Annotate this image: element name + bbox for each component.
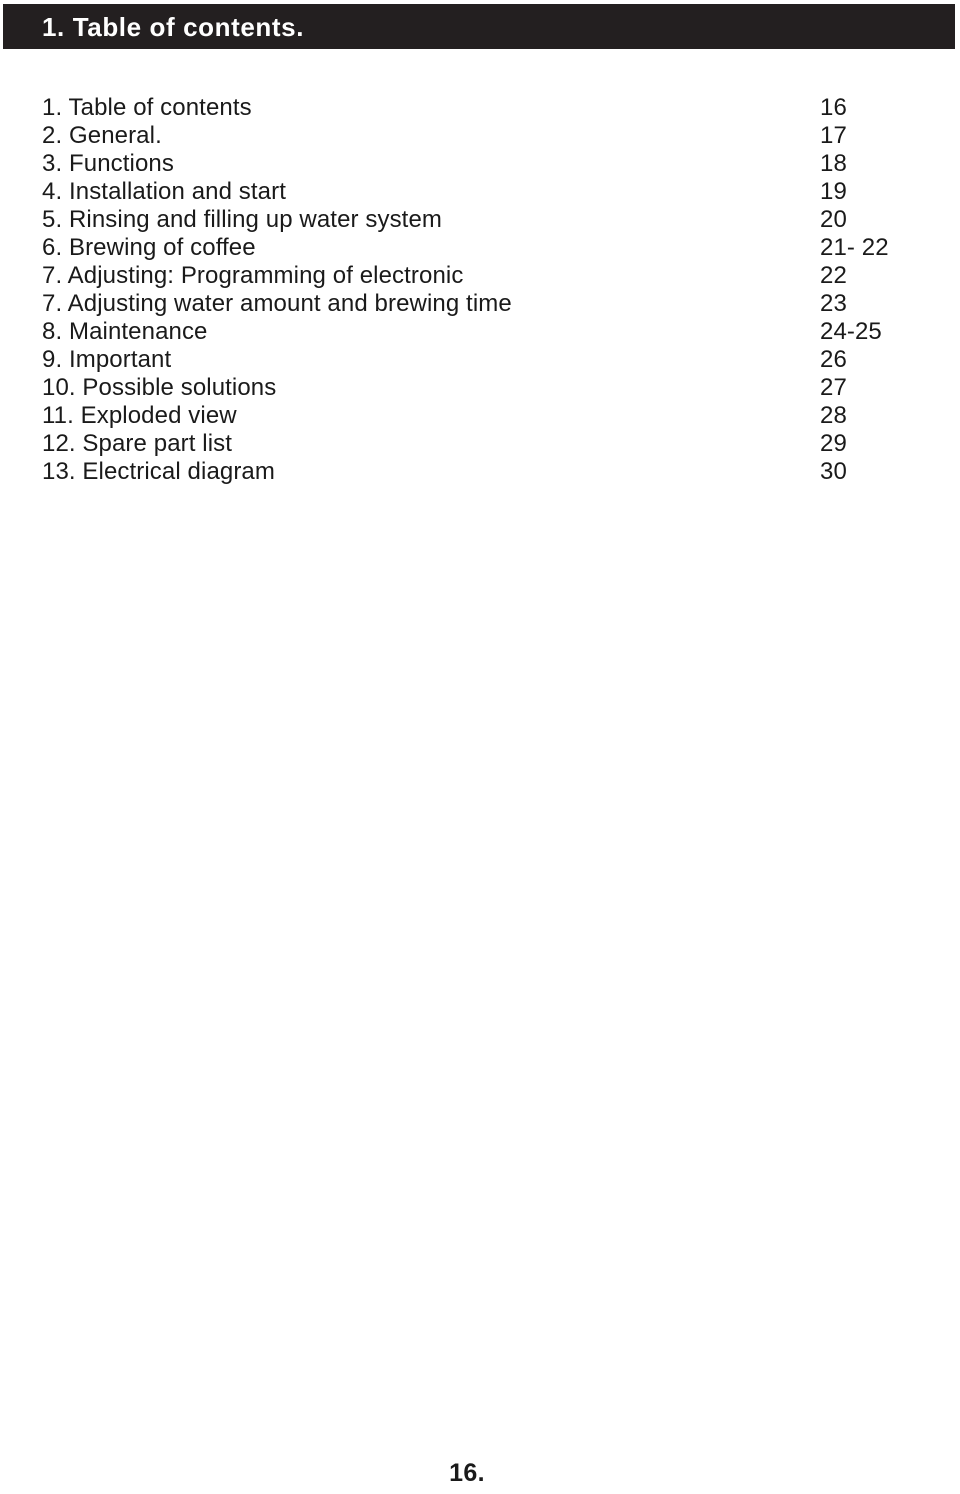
toc-entry-label: 5. Rinsing and filling up water system <box>42 206 442 233</box>
toc-entry-page-number: 27 <box>820 374 847 401</box>
toc-entry-page-number: 29 <box>820 430 847 457</box>
toc-entry-label: 2. General. <box>42 122 162 149</box>
toc-entry-label: 7. Adjusting water amount and brewing ti… <box>42 290 512 317</box>
toc-row[interactable]: 8. Maintenance 24-25 <box>0 318 960 346</box>
toc-entry-label: 9. Important <box>42 346 172 373</box>
chapter-header-bar: 1. Table of contents. <box>3 4 955 49</box>
toc-entry-label: 8. Maintenance <box>42 318 208 345</box>
toc-row[interactable]: 12. Spare part list 29 <box>0 430 960 458</box>
document-page: 1. Table of contents. 1. Table of conten… <box>0 0 960 1494</box>
toc-entry-label: 10. Possible solutions <box>42 374 277 401</box>
toc-row[interactable]: 10. Possible solutions 27 <box>0 374 960 402</box>
footer-page-number: 16. <box>449 1459 485 1487</box>
toc-row[interactable]: 7. Adjusting: Programming of electronic 2… <box>0 262 960 290</box>
toc-entry-label: 12. Spare part list <box>42 430 232 457</box>
toc-row[interactable]: 7. Adjusting water amount and brewing ti… <box>0 290 960 318</box>
toc-entry-page-number: 22 <box>820 262 847 289</box>
toc-entry-page-number: 30 <box>820 458 847 485</box>
toc-entry-label: 11. Exploded view <box>42 402 237 429</box>
toc-entry-label: 4. Installation and start <box>42 178 286 205</box>
toc-entry-page-number: 23 <box>820 290 847 317</box>
toc-entry-label: 6. Brewing of coffee <box>42 234 256 261</box>
toc-entry-page-number: 21- 22 <box>820 234 889 261</box>
toc-entry-page-number: 16 <box>820 94 847 121</box>
toc-row[interactable]: 13. Electrical diagram 30 <box>0 458 960 486</box>
toc-entry-label: 13. Electrical diagram <box>42 458 275 485</box>
toc-entry-page-number: 26 <box>820 346 847 373</box>
toc-entry-label: 3. Functions <box>42 150 174 177</box>
toc-entry-page-number: 17 <box>820 122 847 149</box>
toc-row[interactable]: 1. Table of contents 16 <box>0 94 960 122</box>
toc-entry-page-number: 24-25 <box>820 318 882 345</box>
toc-entry-label: 7. Adjusting: Programming of electronic <box>42 262 464 289</box>
toc-row[interactable]: 11. Exploded view 28 <box>0 402 960 430</box>
table-of-contents: 1. Table of contents 16 2. General. 17 3. Fu… <box>0 94 960 486</box>
toc-entry-label: 1. Table of contents <box>42 94 252 121</box>
toc-row[interactable]: 5. Rinsing and filling up water system 20 <box>0 206 960 234</box>
toc-row[interactable]: 2. General. 17 <box>0 122 960 150</box>
toc-entry-page-number: 18 <box>820 150 847 177</box>
toc-row[interactable]: 6. Brewing of coffee 21- 22 <box>0 234 960 262</box>
toc-row[interactable]: 9. Important 26 <box>0 346 960 374</box>
toc-entry-page-number: 28 <box>820 402 847 429</box>
page-footer: 16. <box>0 1461 960 1486</box>
toc-entry-page-number: 19 <box>820 178 847 205</box>
toc-row[interactable]: 4. Installation and start 19 <box>0 178 960 206</box>
toc-row[interactable]: 3. Functions 18 <box>0 150 960 178</box>
toc-entry-page-number: 20 <box>820 206 847 233</box>
chapter-title: 1. Table of contents. <box>42 11 305 42</box>
